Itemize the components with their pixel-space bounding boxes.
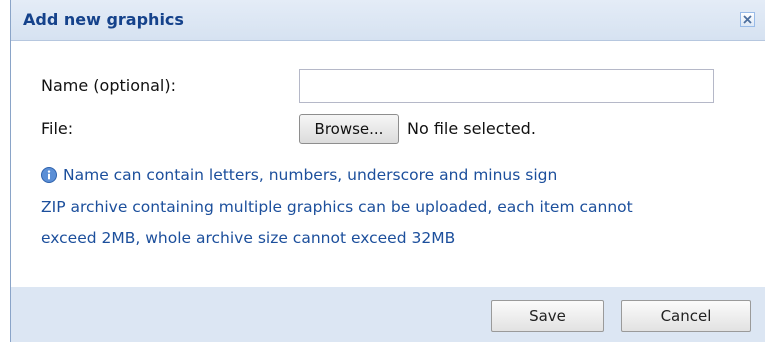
cancel-button[interactable]: Cancel <box>621 300 751 332</box>
file-status-text: No file selected. <box>407 119 536 138</box>
save-button[interactable]: Save <box>491 300 604 332</box>
info-text-line: ZIP archive containing multiple graphics… <box>41 198 633 216</box>
close-button[interactable] <box>740 12 755 27</box>
info-text-line: Name can contain letters, numbers, under… <box>63 166 558 184</box>
file-label: File: <box>41 119 74 138</box>
name-label: Name (optional): <box>41 76 177 95</box>
add-graphics-dialog: Add new graphics Name (optional): File: … <box>10 0 765 342</box>
name-input[interactable] <box>299 69 714 103</box>
dialog-title: Add new graphics <box>23 10 184 29</box>
info-text-line: exceed 2MB, whole archive size cannot ex… <box>41 229 456 247</box>
browse-button[interactable]: Browse... <box>299 114 399 144</box>
info-icon <box>41 167 57 183</box>
dialog-titlebar[interactable]: Add new graphics <box>11 0 765 41</box>
close-icon <box>743 15 752 24</box>
